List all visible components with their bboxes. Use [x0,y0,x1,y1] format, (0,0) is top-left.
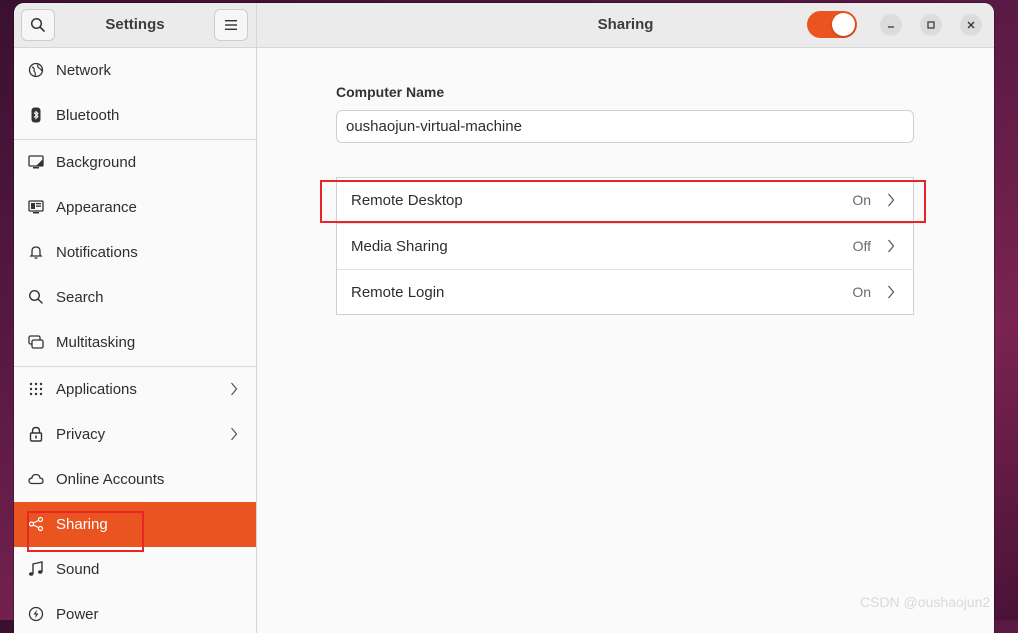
sidebar-item-privacy[interactable]: Privacy [14,412,256,457]
sidebar-item-appearance[interactable]: Appearance [14,185,256,230]
maximize-button[interactable] [920,14,942,36]
row-label: Remote Login [351,284,445,301]
background-icon [28,154,44,170]
computer-name-input[interactable] [336,110,914,143]
cloud-icon [28,471,44,487]
settings-window: Settings Sharing Network Bluetooth Backg… [14,3,994,633]
sidebar-item-power[interactable]: Power [14,592,256,633]
close-icon [967,21,975,29]
sidebar-item-network[interactable]: Network [14,48,256,93]
sidebar-header: Settings [14,3,257,47]
chevron-right-icon [887,239,895,257]
sidebar-item-label: Multitasking [56,334,136,351]
sidebar-item-multitasking[interactable]: Multitasking [14,320,256,365]
sharing-toggle[interactable] [807,11,857,38]
minimize-button[interactable] [880,14,902,36]
sidebar-item-sound[interactable]: Sound [14,547,256,592]
sidebar-item-search[interactable]: Search [14,275,256,320]
sidebar-item-label: Search [56,289,104,306]
sidebar-item-bluetooth[interactable]: Bluetooth [14,93,256,138]
chevron-right-icon [230,427,238,445]
maximize-icon [927,21,935,29]
annotation-box-remote-desktop [320,180,926,223]
sidebar-item-label: Sound [56,561,100,578]
sidebar-item-label: Privacy [56,426,106,443]
lock-icon [28,426,44,442]
watermark: CSDN @oushaojun2 [860,594,991,610]
annotation-box-sharing [27,511,144,552]
sidebar-item-label: Network [56,62,112,79]
hamburger-icon [225,20,237,30]
row-status: On [852,284,871,300]
toggle-knob [832,13,855,36]
bell-icon [28,244,44,260]
sidebar-item-label: Notifications [56,244,138,261]
computer-name-label: Computer Name [336,84,445,100]
row-label: Media Sharing [351,238,448,255]
sidebar-item-label: Bluetooth [56,107,120,124]
bluetooth-icon [28,107,44,123]
chevron-right-icon [230,382,238,400]
chevron-right-icon [887,285,895,303]
sidebar-item-label: Power [56,606,99,623]
sidebar-item-label: Appearance [56,199,137,216]
sidebar-item-applications[interactable]: Applications [14,367,256,412]
sidebar-item-label: Background [56,154,137,171]
header-bar: Settings Sharing [14,3,994,48]
sidebar-item-online-accounts[interactable]: Online Accounts [14,457,256,502]
main-panel: Computer Name Remote Desktop On Media Sh… [257,48,994,633]
network-icon [28,62,44,78]
sidebar-item-label: Applications [56,381,137,398]
sidebar-item-label: Online Accounts [56,471,165,488]
row-status: Off [852,238,871,254]
apps-grid-icon [28,381,44,397]
sidebar-item-background[interactable]: Background [14,140,256,185]
search-icon [28,289,44,305]
music-note-icon [28,561,44,577]
remote-login-row[interactable]: Remote Login On [337,269,913,315]
close-button[interactable] [960,14,982,36]
sidebar-item-notifications[interactable]: Notifications [14,230,256,275]
media-sharing-row[interactable]: Media Sharing Off [337,223,913,269]
menu-button[interactable] [214,9,248,41]
appearance-icon [28,199,44,215]
minimize-icon [888,26,894,28]
multitasking-icon [28,334,44,350]
